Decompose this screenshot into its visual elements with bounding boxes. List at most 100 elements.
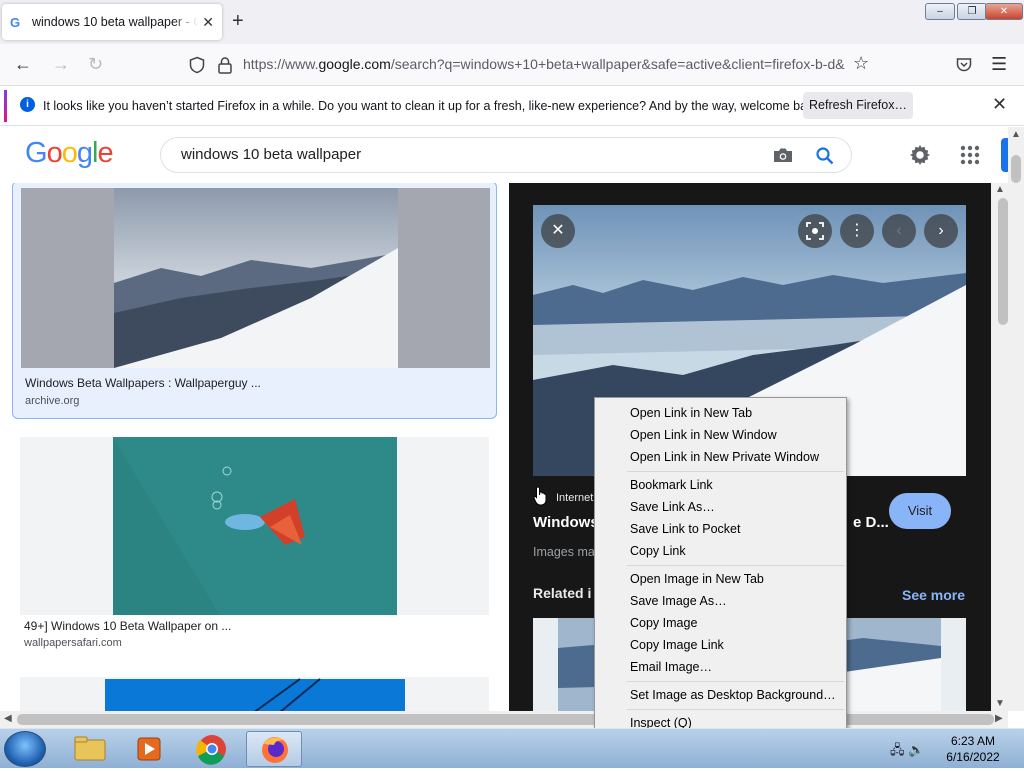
logo-letter: o bbox=[46, 137, 63, 169]
related-heading: Related i bbox=[533, 585, 592, 601]
restore-button[interactable]: ❐ bbox=[957, 3, 987, 20]
betta-fish-image bbox=[113, 437, 397, 615]
minimize-button[interactable]: ‒ bbox=[925, 3, 955, 20]
bookmark-star-icon[interactable]: ☆ bbox=[853, 52, 869, 74]
menu-item-copy-image-link[interactable]: Copy Image Link bbox=[630, 638, 724, 652]
tab-close-icon[interactable]: ✕ bbox=[202, 14, 214, 31]
hand-cursor-icon bbox=[533, 486, 547, 506]
menu-item-copy-image[interactable]: Copy Image bbox=[630, 616, 697, 630]
context-menu: Open Link in New Tab Open Link in New Wi… bbox=[594, 397, 847, 737]
menu-item-copy-link[interactable]: Copy Link bbox=[630, 544, 686, 558]
menu-item-email-image[interactable]: Email Image… bbox=[630, 660, 712, 674]
taskbar-firefox-icon[interactable] bbox=[246, 731, 302, 767]
scroll-up-arrow-icon[interactable]: ▲ bbox=[995, 184, 1005, 195]
result-thumbnail[interactable] bbox=[21, 188, 490, 368]
url-path: /search?q=windows+10+beta+wallpaper&safe… bbox=[390, 56, 845, 72]
new-tab-button[interactable]: + bbox=[232, 10, 244, 32]
google-favicon-icon: G bbox=[10, 14, 21, 30]
menu-separator bbox=[627, 681, 844, 682]
url-bar[interactable]: https://www.google.com/search?q=windows+… bbox=[243, 56, 846, 72]
windows-taskbar: 🖧 🔊 6:23 AM 6/16/2022 bbox=[0, 728, 1024, 768]
previous-image-icon[interactable]: ‹ bbox=[882, 214, 916, 248]
taskbar-clock[interactable]: 6:23 AM 6/16/2022 bbox=[938, 733, 1008, 765]
preview-close-button[interactable]: ✕ bbox=[541, 214, 575, 248]
result-card[interactable] bbox=[12, 671, 497, 711]
preview-site-name[interactable]: Internet bbox=[556, 492, 593, 504]
logo-letter: G bbox=[25, 137, 48, 169]
navigation-toolbar: ← → ↻ https://www.google.com/search?q=wi… bbox=[0, 44, 1024, 86]
preview-title[interactable]: Windows bbox=[533, 514, 599, 531]
panel-scrollbar-thumb[interactable] bbox=[998, 198, 1008, 325]
preview-title-end[interactable]: e D... bbox=[853, 514, 889, 531]
result-source[interactable]: archive.org bbox=[25, 395, 79, 407]
url-domain: google.com bbox=[318, 56, 391, 72]
info-icon: i bbox=[20, 97, 35, 112]
result-card[interactable]: Windows Beta Wallpapers : Wallpaperguy .… bbox=[12, 183, 497, 419]
menu-item-save-link-to-pocket[interactable]: Save Link to Pocket bbox=[630, 522, 740, 536]
tab-google-search[interactable]: G windows 10 beta wallpaper - Google Sea… bbox=[2, 4, 222, 40]
menu-item-open-link-new-tab[interactable]: Open Link in New Tab bbox=[630, 406, 752, 420]
page-scrollbar-thumb[interactable] bbox=[1011, 155, 1021, 183]
more-options-icon[interactable]: ⋮ bbox=[840, 214, 874, 248]
back-arrow-icon[interactable]: ← bbox=[14, 53, 32, 75]
reload-icon[interactable]: ↻ bbox=[88, 53, 103, 75]
menu-item-open-link-new-window[interactable]: Open Link in New Window bbox=[630, 428, 777, 442]
next-image-icon[interactable]: › bbox=[924, 214, 958, 248]
clock-date: 6/16/2022 bbox=[946, 750, 1000, 764]
lock-icon[interactable] bbox=[217, 56, 233, 74]
menu-item-save-link-as[interactable]: Save Link As… bbox=[630, 500, 715, 514]
search-box[interactable] bbox=[160, 137, 852, 173]
result-source[interactable]: wallpapersafari.com bbox=[24, 637, 122, 649]
scroll-right-arrow-icon[interactable]: ▶ bbox=[995, 713, 1003, 724]
camera-icon[interactable] bbox=[773, 147, 793, 163]
taskbar-explorer-folder-icon[interactable] bbox=[62, 731, 118, 767]
notice-close-icon[interactable]: ✕ bbox=[992, 94, 1007, 115]
system-tray-icons[interactable]: 🖧 🔊 bbox=[890, 741, 924, 763]
result-thumbnail[interactable] bbox=[20, 677, 489, 711]
result-thumbnail[interactable] bbox=[20, 437, 489, 615]
notification-bar: i It looks like you haven’t started Fire… bbox=[0, 86, 1024, 126]
taskbar-media-player-icon[interactable] bbox=[122, 731, 178, 767]
logo-letter: o bbox=[61, 137, 78, 169]
menu-separator bbox=[627, 709, 844, 710]
pocket-icon[interactable] bbox=[955, 56, 973, 74]
google-logo[interactable]: Google bbox=[25, 137, 114, 170]
menu-separator bbox=[627, 471, 844, 472]
menu-item-bookmark-link[interactable]: Bookmark Link bbox=[630, 478, 713, 492]
start-button-windows-icon[interactable] bbox=[4, 731, 46, 767]
menu-separator bbox=[627, 565, 844, 566]
image-results: Windows Beta Wallpapers : Wallpaperguy .… bbox=[0, 183, 509, 711]
logo-letter: g bbox=[76, 137, 93, 169]
scroll-down-arrow-icon[interactable]: ▼ bbox=[995, 698, 1005, 709]
page-scroll-up-arrow-icon[interactable]: ▲ bbox=[1011, 129, 1021, 140]
refresh-firefox-button[interactable]: Refresh Firefox… bbox=[803, 92, 913, 119]
result-caption[interactable]: Windows Beta Wallpapers : Wallpaperguy .… bbox=[25, 376, 261, 390]
window-close-button[interactable]: ✕ bbox=[985, 3, 1023, 20]
mountain-snow-image bbox=[114, 188, 398, 368]
menu-item-set-desktop-background[interactable]: Set Image as Desktop Background… bbox=[630, 688, 836, 702]
preview-subtitle: Images ma bbox=[533, 545, 595, 559]
tracking-shield-icon[interactable] bbox=[188, 56, 206, 74]
scroll-left-arrow-icon[interactable]: ◀ bbox=[4, 713, 12, 724]
menu-item-open-image-new-tab[interactable]: Open Image in New Tab bbox=[630, 572, 764, 586]
forward-arrow-icon[interactable]: → bbox=[52, 53, 70, 75]
taskbar-chrome-icon[interactable] bbox=[184, 731, 240, 767]
see-more-link[interactable]: See more bbox=[902, 587, 965, 603]
url-prefix: https://www. bbox=[243, 56, 319, 72]
menu-item-save-image-as[interactable]: Save Image As… bbox=[630, 594, 727, 608]
settings-gear-icon[interactable] bbox=[908, 143, 932, 167]
result-caption[interactable]: 49+] Windows 10 Beta Wallpaper on ... bbox=[24, 619, 231, 633]
search-icon[interactable] bbox=[815, 146, 835, 166]
search-input[interactable] bbox=[181, 146, 741, 163]
lens-search-icon[interactable] bbox=[798, 214, 832, 248]
result-card[interactable]: 49+] Windows 10 Beta Wallpaper on ... wa… bbox=[12, 431, 497, 651]
tab-bar: G windows 10 beta wallpaper - Google Sea… bbox=[0, 0, 1024, 44]
menu-item-open-link-private-window[interactable]: Open Link in New Private Window bbox=[630, 450, 819, 464]
menu-hamburger-icon[interactable]: ☰ bbox=[991, 53, 1007, 75]
google-apps-grid-icon[interactable] bbox=[960, 145, 980, 165]
horizontal-scrollbar-thumb[interactable] bbox=[17, 714, 994, 725]
notice-message: It looks like you haven’t started Firefo… bbox=[43, 99, 824, 113]
visit-button[interactable]: Visit bbox=[889, 493, 951, 529]
page-scrollbar[interactable] bbox=[1008, 127, 1024, 711]
avatar[interactable] bbox=[1001, 138, 1008, 172]
